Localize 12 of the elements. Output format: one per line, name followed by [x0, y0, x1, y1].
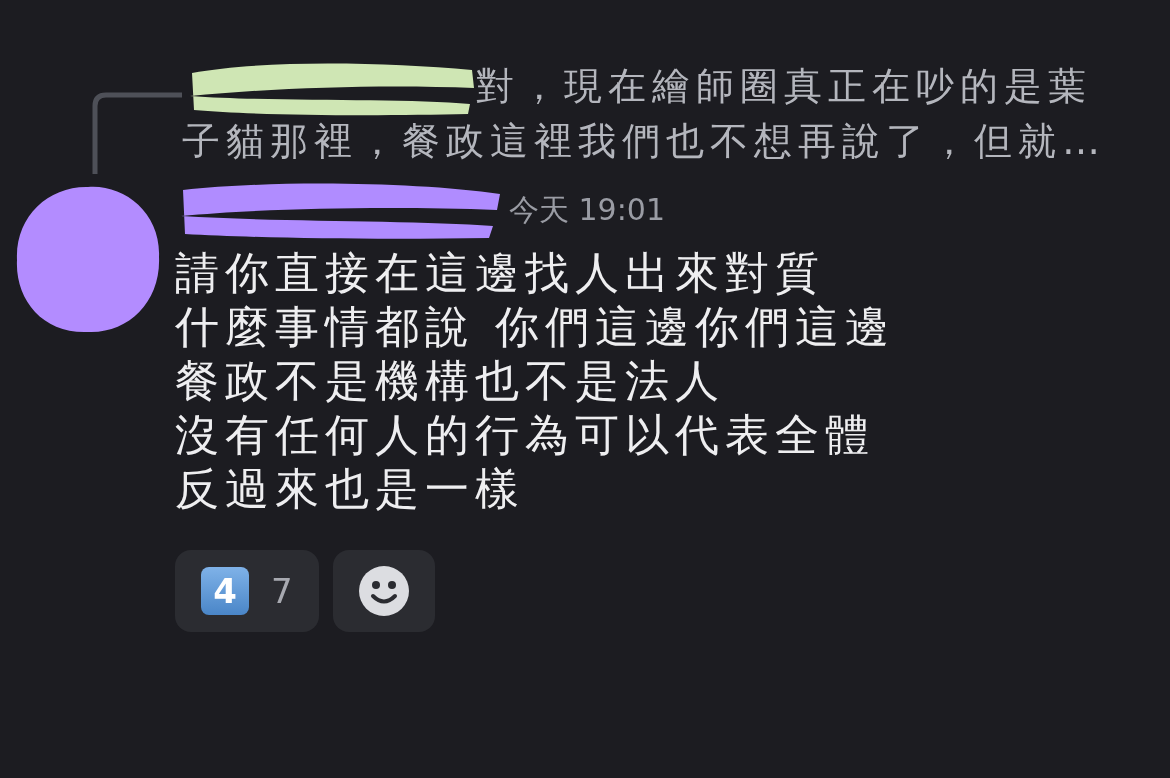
message-timestamp: 今天 19:01 — [509, 190, 665, 229]
reply-preview-text[interactable]: 對，現在繪師圈真正在吵的是葉子貓那裡，餐政這裡我們也不想再說了，但就… — [182, 58, 1132, 165]
add-reaction-button[interactable] — [332, 550, 435, 632]
reaction-count: 7 — [271, 571, 293, 611]
message-line: 請你直接在這邊找人出來對質 — [175, 246, 826, 300]
message-line: 沒有任何人的行為可以代表全體 — [175, 408, 876, 462]
message-line: 反過來也是一樣 — [175, 462, 526, 516]
message-line: 餐政不是機構也不是法人 — [175, 354, 726, 408]
reaction-button[interactable]: 4 7 — [175, 550, 319, 632]
keycap-emoji: 4 — [201, 567, 249, 615]
smiley-icon — [357, 565, 410, 617]
message-line: 什麼事情都說 你們這邊你們這邊 — [175, 300, 895, 354]
